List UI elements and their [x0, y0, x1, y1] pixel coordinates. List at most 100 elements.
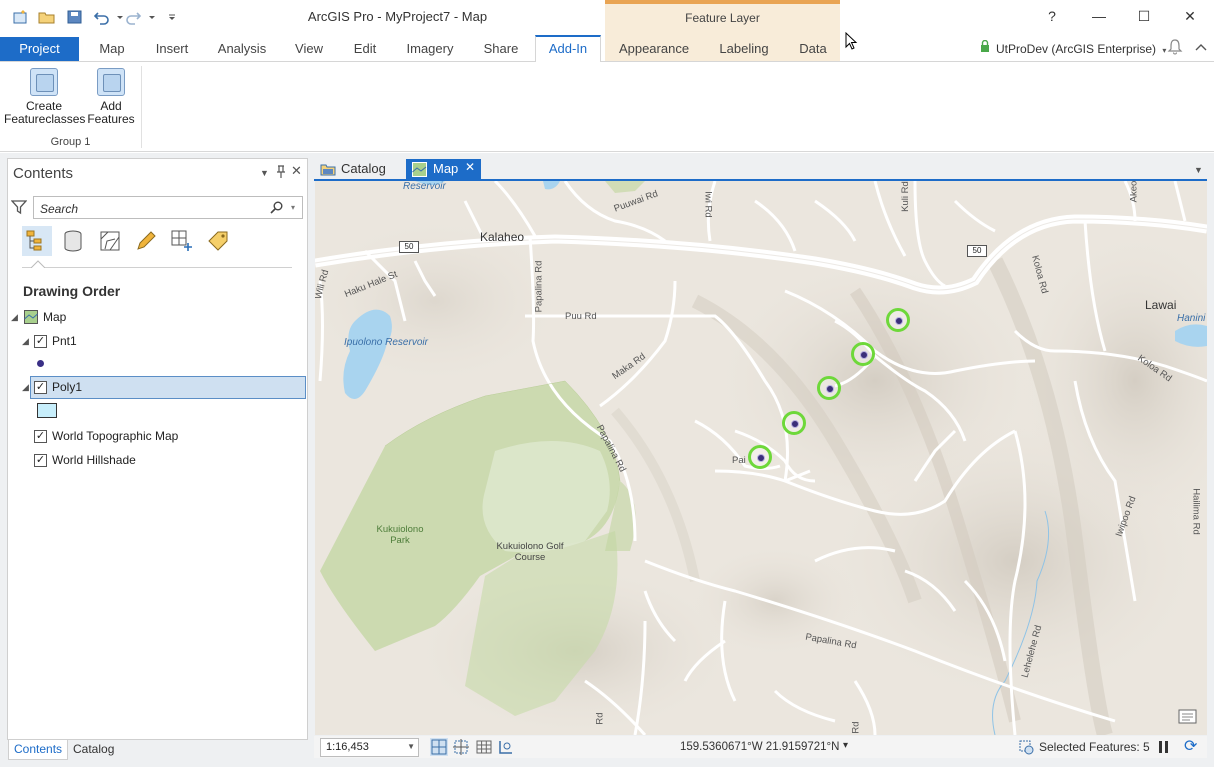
- tab-imagery[interactable]: Imagery: [400, 38, 460, 62]
- help-button[interactable]: ?: [1040, 6, 1064, 26]
- tab-analysis[interactable]: Analysis: [212, 38, 272, 62]
- drawing-order-heading: Drawing Order: [23, 283, 121, 299]
- mouse-cursor-icon: [845, 32, 858, 50]
- tab-labeling[interactable]: Labeling: [712, 38, 776, 62]
- list-by-drawing-order-icon[interactable]: [22, 226, 52, 256]
- place-label-kalaheo: Kalaheo: [480, 230, 525, 244]
- contents-search-input[interactable]: Search: [33, 196, 303, 219]
- expand-map-icon[interactable]: ◢: [11, 312, 18, 323]
- ribbon-group-label: Group 1: [50, 136, 91, 148]
- ribbon-content: [0, 62, 1214, 152]
- layer-world-hillshade-label[interactable]: World Hillshade: [52, 453, 136, 467]
- road-label-kuli-rd: Kuli Rd: [899, 181, 911, 212]
- active-view-indicator: [31, 260, 45, 268]
- close-map-tab-icon[interactable]: ✕: [465, 160, 475, 174]
- selected-point-feature[interactable]: [817, 376, 841, 400]
- tab-contents-pane[interactable]: Contents: [8, 740, 69, 760]
- layer-pnt1-label[interactable]: Pnt1: [52, 334, 77, 348]
- tab-map[interactable]: Map: [92, 38, 132, 62]
- world-hillshade-visibility-checkbox[interactable]: ✓: [34, 454, 47, 467]
- road-label-pai: Pai: [732, 455, 746, 466]
- road-label-puu-rd: Puu Rd: [565, 311, 597, 322]
- search-icon[interactable]: [270, 201, 283, 214]
- tab-insert[interactable]: Insert: [149, 38, 195, 62]
- selected-point-feature[interactable]: [782, 411, 806, 435]
- tab-appearance[interactable]: Appearance: [612, 38, 696, 62]
- highway-50-shield-west: 50: [399, 241, 419, 253]
- road-label-hailima-rd: Hailima Rd: [1190, 488, 1202, 535]
- pause-drawing-icon[interactable]: [1158, 740, 1170, 754]
- minimize-button[interactable]: —: [1087, 6, 1111, 26]
- view-tab-catalog-label: Catalog: [341, 161, 386, 176]
- filter-icon[interactable]: [11, 199, 27, 215]
- tab-edit[interactable]: Edit: [346, 38, 384, 62]
- fixed-zoom-icon[interactable]: [452, 738, 470, 756]
- maximize-button[interactable]: ☐: [1132, 6, 1156, 26]
- road-label-akeo: Akeo: [1128, 181, 1140, 203]
- collapse-ribbon-icon[interactable]: [1195, 42, 1207, 52]
- map-overflow-icon[interactable]: [1178, 707, 1198, 725]
- map-scale-value: 1:16,453: [326, 741, 369, 753]
- selected-point-feature[interactable]: [886, 308, 910, 332]
- view-tabs-dropdown-icon[interactable]: ▼: [1194, 165, 1203, 175]
- map-scale-select[interactable]: 1:16,453 ▼: [320, 738, 419, 757]
- tab-view[interactable]: View: [289, 38, 329, 62]
- coordinate-format-dropdown-icon[interactable]: ▾: [843, 740, 848, 751]
- expand-poly1-icon[interactable]: ◢: [22, 382, 29, 393]
- pin-icon[interactable]: [275, 165, 287, 179]
- ribbon-group-separator: [141, 66, 142, 148]
- place-label-kukuiolono-golf-course: Kukuiolono Golf Course: [496, 541, 564, 563]
- tab-catalog-pane[interactable]: Catalog: [68, 740, 119, 760]
- pnt1-visibility-checkbox[interactable]: ✓: [34, 335, 47, 348]
- catalog-icon: [320, 164, 336, 176]
- tree-map-label[interactable]: Map: [43, 310, 66, 324]
- account-menu[interactable]: UtProDev (ArcGIS Enterprise) ▾: [980, 39, 1167, 56]
- layer-poly1-label[interactable]: Poly1: [52, 380, 82, 394]
- water-label-reservoir: Reservoir: [403, 181, 446, 192]
- list-by-source-icon[interactable]: [58, 226, 88, 256]
- point-symbol-icon[interactable]: [37, 360, 44, 367]
- add-features-button[interactable]: Add Features: [86, 68, 136, 126]
- selected-point-feature[interactable]: [851, 342, 875, 366]
- selected-features-icon[interactable]: [1019, 740, 1035, 756]
- tab-share[interactable]: Share: [476, 38, 526, 62]
- addin-button-icon: [97, 68, 125, 96]
- poly1-visibility-checkbox[interactable]: ✓: [34, 381, 47, 394]
- tab-data[interactable]: Data: [793, 38, 833, 62]
- chevron-down-icon: ▼: [407, 742, 415, 751]
- account-dropdown-icon: ▾: [1162, 46, 1167, 55]
- list-by-selection-icon[interactable]: [95, 226, 125, 256]
- lock-icon: [980, 39, 990, 53]
- notifications-bell-icon[interactable]: [1167, 38, 1183, 56]
- create-featureclasses-button[interactable]: Create Featureclasses: [4, 68, 85, 126]
- place-label-lawai: Lawai: [1145, 298, 1177, 312]
- list-by-snapping-icon[interactable]: [167, 226, 197, 256]
- map-view[interactable]: 50 50 Kalaheo Lawai Ipuolono Reservoir R…: [315, 181, 1207, 735]
- highway-50-shield-east: 50: [967, 245, 987, 257]
- close-pane-icon[interactable]: ✕: [291, 163, 302, 179]
- addin-button-icon: [30, 68, 58, 96]
- selected-point-feature[interactable]: [748, 445, 772, 469]
- polygon-symbol-icon[interactable]: [37, 403, 57, 418]
- navigation-mode-icon[interactable]: [430, 738, 448, 756]
- world-topographic-visibility-checkbox[interactable]: ✓: [34, 430, 47, 443]
- expand-pnt1-icon[interactable]: ◢: [22, 336, 29, 347]
- tab-project[interactable]: Project: [0, 37, 79, 61]
- selected-features-count: Selected Features: 5: [1039, 740, 1150, 754]
- list-by-editing-icon[interactable]: [131, 226, 161, 256]
- refresh-icon[interactable]: ⟳: [1184, 738, 1202, 756]
- tab-add-in[interactable]: Add-In: [535, 35, 601, 62]
- map-icon: [24, 310, 38, 324]
- road-label-papalina-rd-north: Papalina Rd: [533, 260, 545, 313]
- contents-pane-title: Contents: [13, 165, 74, 182]
- water-label-ipuolono-reservoir: Ipuolono Reservoir: [344, 337, 428, 348]
- list-by-labeling-icon[interactable]: [203, 226, 233, 256]
- snapping-icon[interactable]: [497, 738, 515, 756]
- toolbar-divider: [22, 267, 292, 268]
- map-view-icon: [412, 162, 427, 177]
- pane-options-dropdown-icon[interactable]: ▼: [260, 168, 269, 178]
- search-dropdown-icon[interactable]: ▾: [291, 203, 295, 212]
- close-button[interactable]: ✕: [1178, 6, 1202, 26]
- layer-world-topographic-label[interactable]: World Topographic Map: [52, 429, 178, 443]
- grid-icon[interactable]: [475, 738, 493, 756]
